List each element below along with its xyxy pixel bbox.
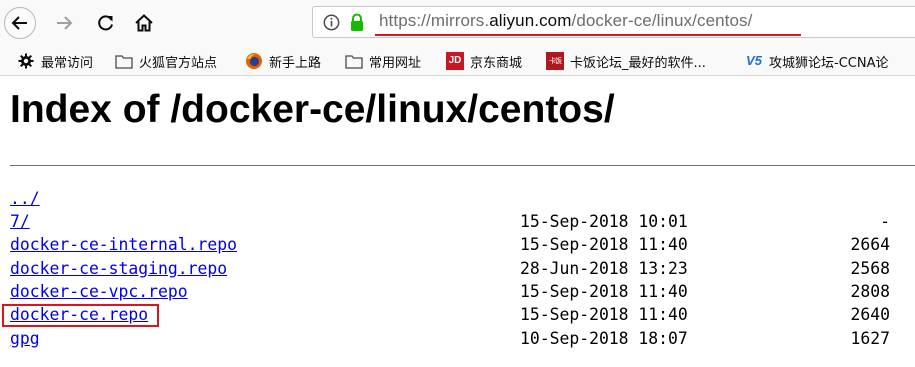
- back-arrow-icon: [11, 16, 27, 30]
- info-icon[interactable]: [323, 14, 340, 31]
- v5-icon-letters: V5: [746, 53, 762, 68]
- v5-icon: V5: [745, 52, 763, 70]
- modified-date: 28-Jun-2018 13:23: [520, 259, 688, 278]
- lock-icon[interactable]: [349, 13, 365, 32]
- home-icon: [135, 14, 153, 32]
- bookmark-label: 火狐官方站点: [139, 55, 218, 71]
- modified-date: 15-Sep-2018 10:01: [520, 212, 688, 231]
- file-link[interactable]: docker-ce-staging.repo: [10, 257, 227, 281]
- modified-date: 10-Sep-2018 18:07: [520, 329, 688, 348]
- bookmarks-toolbar: 最常访问 火狐官方站点 新手上路 常用网址 JD 京东商城 卡饭 卡饭论坛_最好…: [0, 46, 915, 76]
- jd-icon: JD: [446, 52, 464, 70]
- back-button[interactable]: [4, 7, 36, 39]
- home-button[interactable]: [128, 7, 160, 39]
- bookmark-label: 最常访问: [41, 55, 94, 71]
- file-size: 2808: [850, 282, 890, 301]
- kafan-icon-letters: 卡饭: [549, 57, 562, 65]
- bookmark-label: 攻城狮论坛-CCNA论: [769, 55, 889, 71]
- file-size: 2640: [850, 305, 890, 324]
- file-size: 2568: [850, 259, 890, 278]
- listing-row: 7/ 15-Sep-2018 10:01 -: [0, 210, 915, 234]
- modified-date: 15-Sep-2018 11:40: [520, 305, 688, 324]
- forward-arrow-icon: [57, 16, 73, 30]
- reload-icon: [98, 15, 113, 31]
- listing-row: docker-ce-internal.repo 15-Sep-2018 11:4…: [0, 233, 915, 257]
- bookmark-label: 新手上路: [269, 55, 322, 71]
- folder-icon: [115, 52, 133, 70]
- bookmark-most-visited[interactable]: 最常访问: [17, 50, 93, 72]
- listing-row: ../: [0, 187, 915, 211]
- modified-date: 15-Sep-2018 11:40: [520, 235, 688, 254]
- forward-button[interactable]: [48, 7, 80, 39]
- browser-toolbar: https://mirrors.aliyun.com/docker-ce/lin…: [0, 0, 915, 46]
- file-link[interactable]: docker-ce-vpc.repo: [10, 280, 188, 304]
- file-link[interactable]: 7/: [10, 210, 30, 234]
- listing-row: docker-ce-staging.repo 28-Jun-2018 13:23…: [0, 257, 915, 281]
- bookmark-jd[interactable]: JD 京东商城: [446, 50, 522, 72]
- file-link[interactable]: docker-ce-internal.repo: [10, 233, 237, 257]
- bookmark-51cto[interactable]: V5 攻城狮论坛-CCNA论: [745, 50, 888, 72]
- modified-date: 15-Sep-2018 11:40: [520, 282, 688, 301]
- listing-row: docker-ce-vpc.repo 15-Sep-2018 11:40 280…: [0, 280, 915, 304]
- bookmark-label: 卡饭论坛_最好的软件...: [570, 55, 706, 71]
- horizontal-rule: [10, 165, 915, 166]
- bookmark-label: 常用网址: [369, 55, 422, 71]
- page-title: Index of /docker-ce/linux/centos/: [10, 88, 615, 131]
- file-size: 1627: [850, 329, 890, 348]
- parent-directory-link[interactable]: ../: [10, 187, 40, 211]
- annotation-highlight-box: [2, 304, 159, 327]
- gear-icon: [17, 52, 35, 70]
- url-domain: aliyun.com: [489, 11, 572, 30]
- kafan-icon: 卡饭: [546, 52, 564, 70]
- firefox-icon: [245, 52, 263, 70]
- page-content: Index of /docker-ce/linux/centos/ ../ 7/…: [0, 76, 915, 367]
- bookmark-common-sites[interactable]: 常用网址: [345, 50, 421, 72]
- bookmark-firefox-official[interactable]: 火狐官方站点: [115, 50, 217, 72]
- bookmark-getting-started[interactable]: 新手上路: [245, 50, 321, 72]
- bookmark-label: 京东商城: [470, 55, 523, 71]
- reload-button[interactable]: [90, 7, 122, 39]
- listing-row: gpg 10-Sep-2018 18:07 1627: [0, 327, 915, 351]
- address-bar[interactable]: https://mirrors.aliyun.com/docker-ce/lin…: [312, 6, 915, 38]
- url-annotation-underline: [375, 34, 801, 36]
- jd-icon-letters: JD: [448, 55, 462, 66]
- file-size: 2664: [850, 235, 890, 254]
- url-prefix: https://mirrors.: [379, 11, 490, 30]
- file-size: -: [880, 212, 890, 231]
- bookmark-kafan[interactable]: 卡饭 卡饭论坛_最好的软件...: [546, 50, 706, 72]
- file-link[interactable]: gpg: [10, 327, 40, 351]
- folder-icon: [345, 52, 363, 70]
- url-text[interactable]: https://mirrors.aliyun.com/docker-ce/lin…: [379, 11, 752, 31]
- url-path: /docker-ce/linux/centos/: [571, 11, 753, 30]
